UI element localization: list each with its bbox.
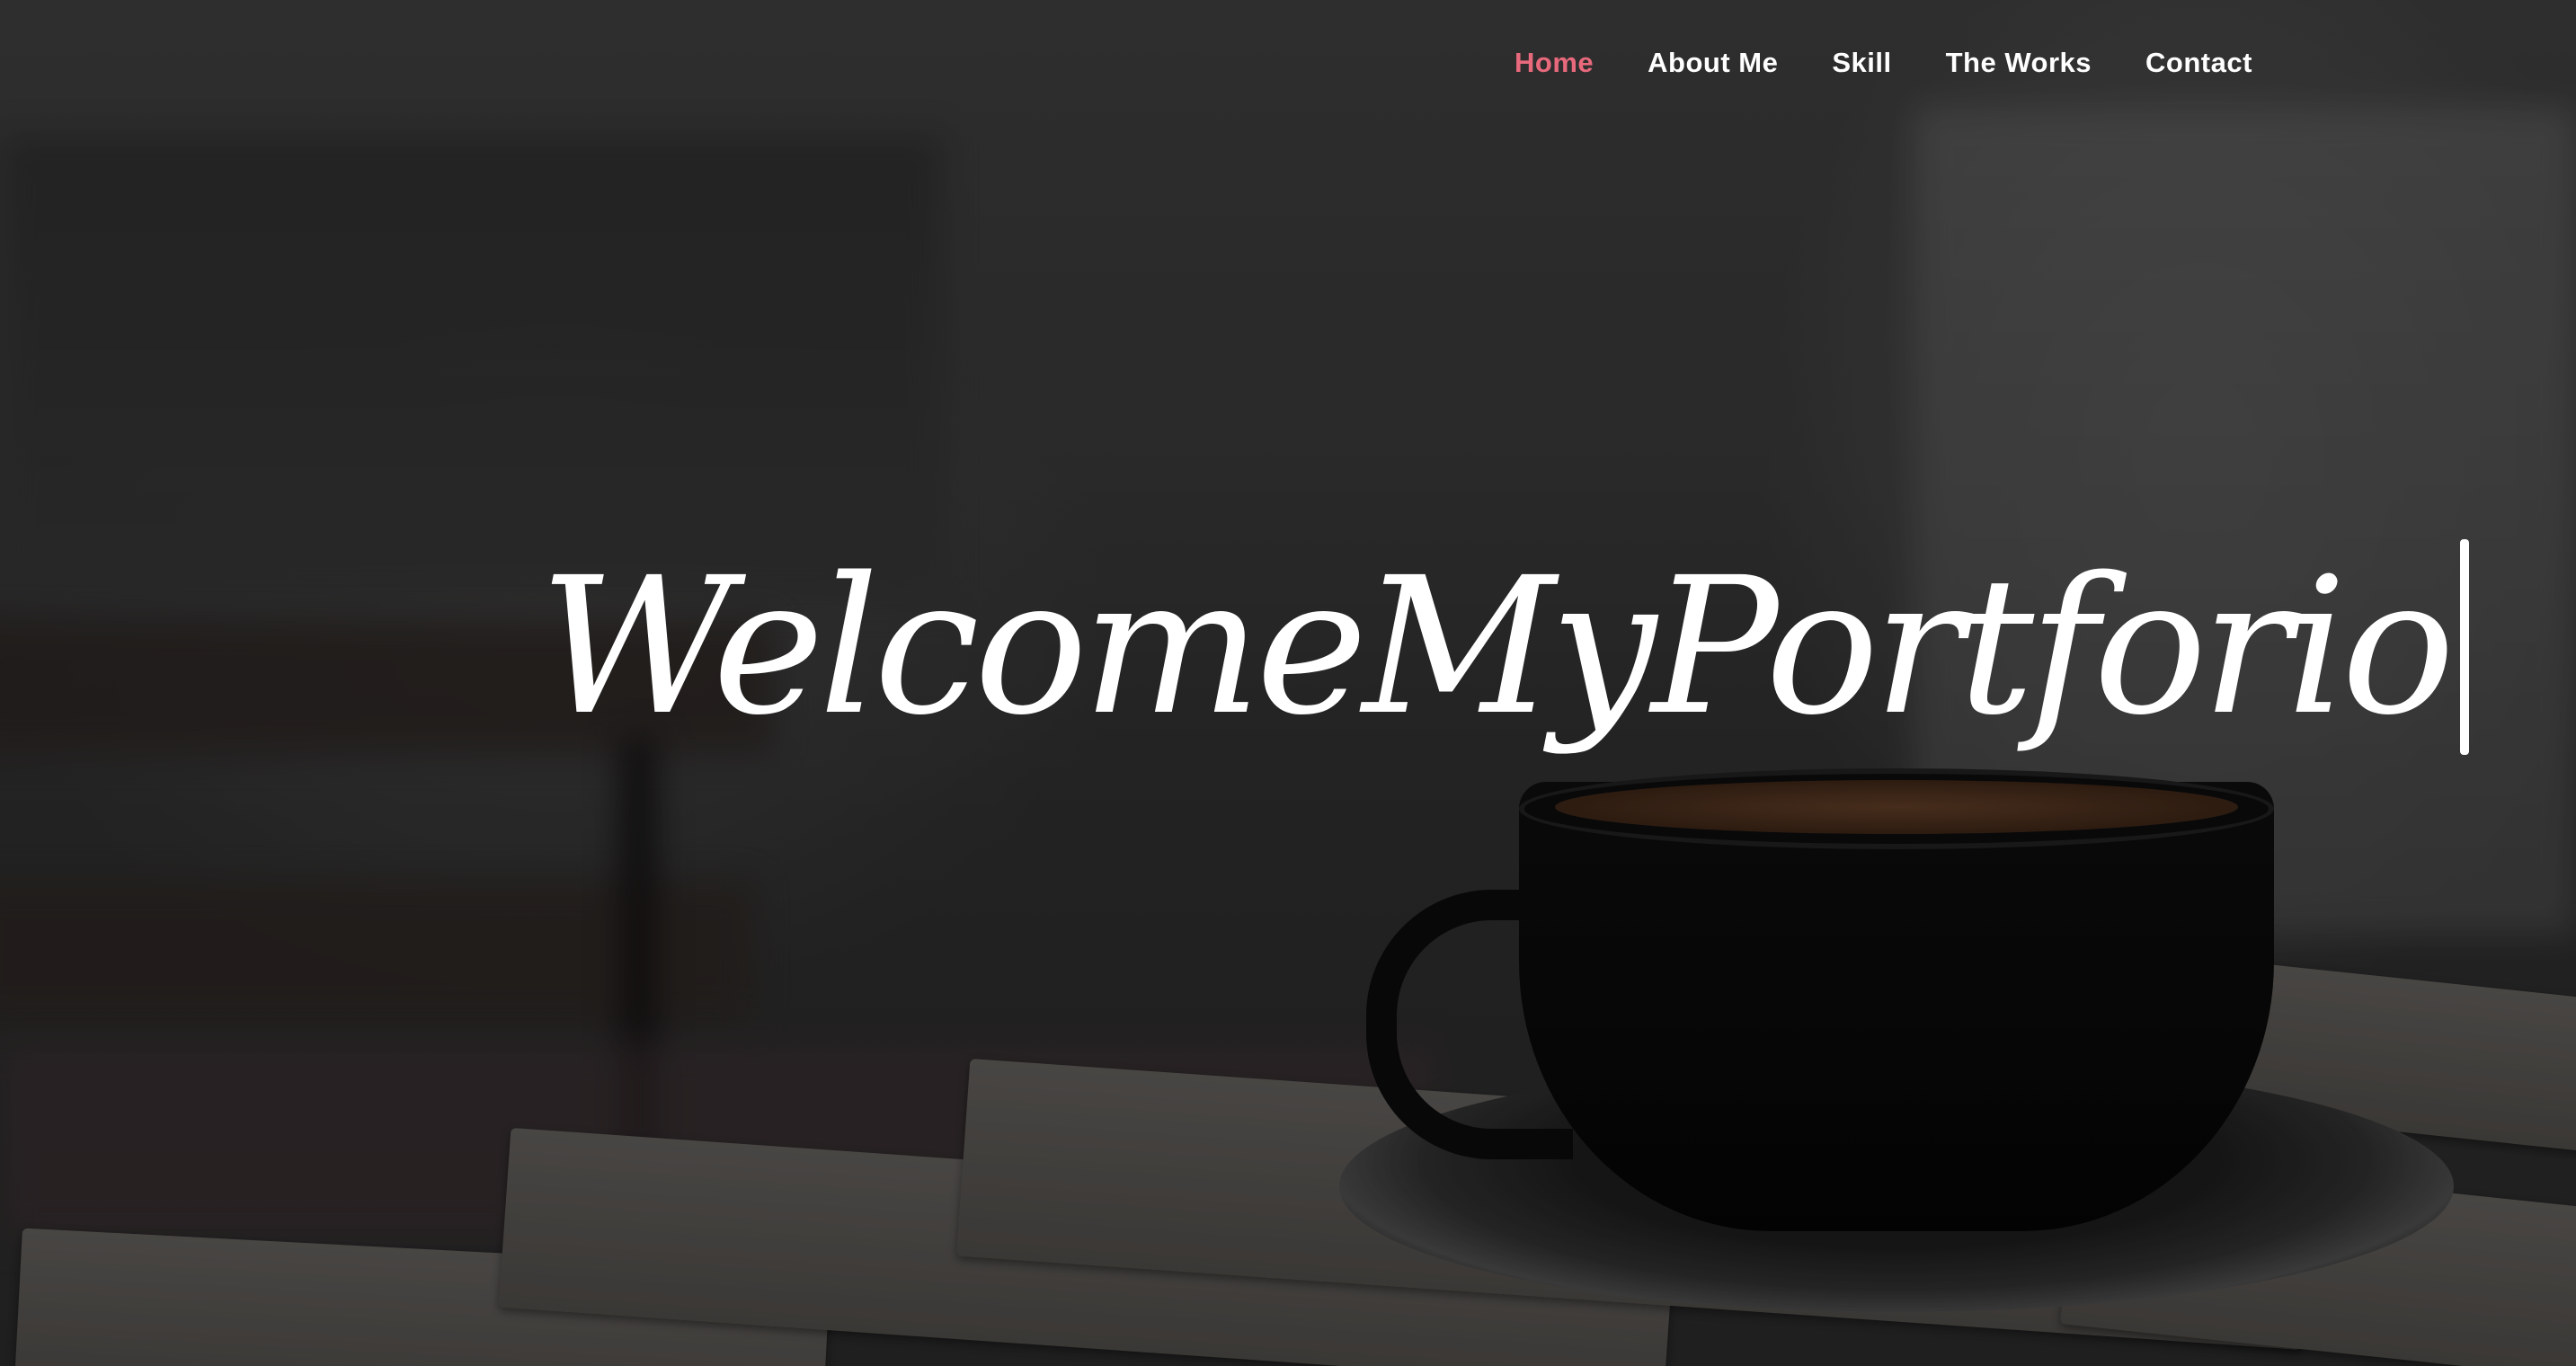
nav-the-works[interactable]: The Works (1919, 43, 2119, 83)
nav-home[interactable]: Home (1515, 43, 1621, 83)
nav-skill[interactable]: Skill (1805, 43, 1918, 83)
typing-cursor (2460, 539, 2470, 755)
nav-contact[interactable]: Contact (2119, 43, 2279, 83)
nav-about-me[interactable]: About Me (1621, 43, 1805, 83)
main-nav: Home About Me Skill The Works Contact (1515, 43, 2279, 83)
hero-headline: WelcomeMyPortforio (539, 537, 2455, 757)
headline-container: WelcomeMyPortforio (539, 485, 2470, 809)
hero-section: Home About Me Skill The Works Contact We… (0, 0, 2576, 1366)
